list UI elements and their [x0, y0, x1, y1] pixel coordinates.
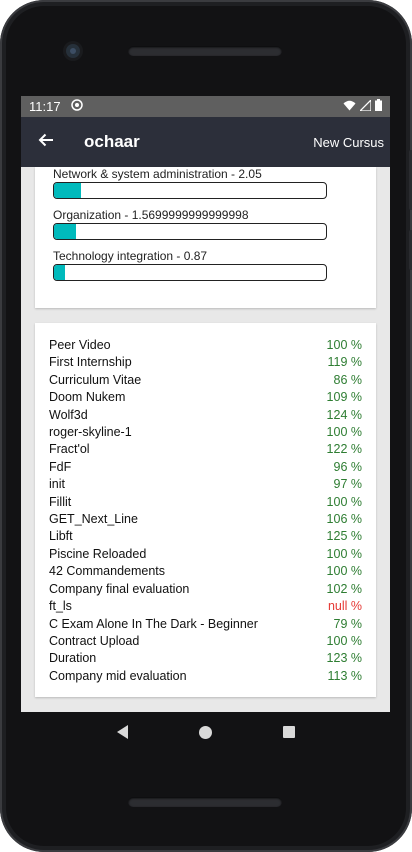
project-name: Libft — [49, 529, 73, 544]
project-grade: 122 % — [326, 442, 362, 457]
new-cursus-button[interactable]: New Cursus — [313, 135, 384, 150]
project-grade: 97 % — [333, 477, 363, 492]
app-screen: 11:17 ochaar New Cursus Network & system… — [21, 96, 390, 712]
nav-recents-icon[interactable] — [282, 726, 295, 738]
app-bar: ochaar New Cursus — [21, 117, 390, 167]
skill-label: Network & system administration - 2.05 — [53, 167, 262, 181]
front-camera — [66, 44, 80, 58]
project-row[interactable]: FdF 96 % — [49, 459, 362, 476]
project-row[interactable]: Fillit 100 % — [49, 494, 362, 511]
back-button[interactable] — [33, 129, 59, 155]
project-name: First Internship — [49, 355, 132, 370]
skill-item: Organization - 1.5699999999999998 — [53, 208, 358, 240]
android-nav-bar — [21, 712, 390, 752]
battery-icon — [375, 99, 382, 114]
project-name: Contract Upload — [49, 633, 140, 648]
project-name: C Exam Alone In The Dark - Beginner — [49, 616, 258, 631]
skill-progress-bar — [53, 223, 327, 240]
project-name: init — [49, 477, 65, 492]
project-name: Fract'ol — [49, 442, 90, 457]
project-row[interactable]: C Exam Alone In The Dark - Beginner 79 % — [49, 616, 362, 633]
skill-progress-bar — [53, 182, 327, 199]
project-name: Fillit — [49, 494, 72, 509]
project-row[interactable]: init 97 % — [49, 476, 362, 493]
arrow-left-icon — [38, 133, 54, 152]
nav-back-icon[interactable] — [116, 725, 128, 739]
project-row[interactable]: Libft 125 % — [49, 528, 362, 545]
project-row[interactable]: Doom Nukem 109 % — [49, 389, 362, 406]
project-row[interactable]: First Internship 119 % — [49, 354, 362, 371]
status-time: 11:17 — [29, 99, 61, 114]
content-scroll[interactable]: Network & system administration - 2.05 O… — [21, 167, 390, 698]
project-row[interactable]: Curriculum Vitae 86 % — [49, 372, 362, 389]
project-name: Doom Nukem — [49, 390, 126, 405]
project-grade: 125 % — [326, 529, 362, 544]
project-grade: 102 % — [326, 581, 362, 596]
project-row[interactable]: Duration 123 % — [49, 650, 362, 667]
skill-label: Organization - 1.5699999999999998 — [53, 208, 249, 222]
project-name: ft_ls — [49, 599, 72, 614]
signal-icon — [358, 98, 372, 114]
bottom-speaker — [128, 797, 282, 807]
project-row[interactable]: Piscine Reloaded 100 % — [49, 546, 362, 563]
project-name: Peer Video — [49, 338, 111, 352]
project-name: GET_Next_Line — [49, 512, 138, 527]
skill-progress-fill — [54, 224, 76, 239]
nav-home-icon[interactable] — [198, 725, 212, 739]
project-name: 42 Commandements — [49, 564, 166, 579]
project-row[interactable]: Peer Video 100 % — [49, 337, 362, 354]
skill-item: Technology integration - 0.87 — [53, 249, 358, 281]
skills-card: Network & system administration - 2.05 O… — [35, 167, 376, 308]
project-grade: 100 % — [326, 564, 362, 579]
project-grade: null % — [327, 599, 362, 614]
skill-item: Network & system administration - 2.05 — [53, 167, 358, 199]
project-grade: 79 % — [333, 616, 363, 631]
skill-label: Technology integration - 0.87 — [53, 249, 208, 263]
project-grade: 100 % — [326, 338, 362, 352]
project-grade: 109 % — [326, 390, 362, 405]
project-row[interactable]: ft_ls null % — [49, 598, 362, 615]
project-name: FdF — [49, 459, 72, 474]
project-row[interactable]: GET_Next_Line 106 % — [49, 511, 362, 528]
project-grade: 100 % — [326, 633, 362, 648]
app-title: ochaar — [84, 132, 140, 151]
project-grade: 106 % — [326, 512, 362, 527]
project-row[interactable]: Company final evaluation 102 % — [49, 581, 362, 598]
project-name: Company mid evaluation — [49, 668, 187, 683]
project-row[interactable]: Wolf3d 124 % — [49, 407, 362, 424]
project-name: Piscine Reloaded — [49, 546, 147, 561]
project-name: roger-skyline-1 — [49, 425, 132, 440]
project-row[interactable]: 42 Commandements 100 % — [49, 563, 362, 580]
project-grade: 124 % — [326, 407, 362, 422]
project-row[interactable]: Company mid evaluation 113 % — [49, 668, 362, 685]
project-grade: 113 % — [327, 668, 362, 683]
project-name: Wolf3d — [49, 407, 88, 422]
skill-progress-bar — [53, 264, 327, 281]
project-row[interactable]: roger-skyline-1 100 % — [49, 424, 362, 441]
project-row[interactable]: Fract'ol 122 % — [49, 441, 362, 458]
project-row[interactable]: Contract Upload 100 % — [49, 633, 362, 650]
project-name: Company final evaluation — [49, 581, 190, 596]
project-grade: 86 % — [333, 372, 363, 387]
project-grade: 123 % — [326, 651, 362, 666]
skill-progress-fill — [54, 265, 65, 280]
project-name: Duration — [49, 651, 97, 666]
skill-progress-fill — [54, 183, 82, 198]
project-name: Curriculum Vitae — [49, 372, 142, 387]
status-bar: 11:17 — [21, 96, 390, 117]
project-grade: 100 % — [326, 546, 362, 561]
project-grade: 119 % — [327, 355, 362, 370]
wifi-icon — [343, 99, 356, 114]
project-grade: 100 % — [326, 425, 362, 440]
sync-icon — [70, 99, 83, 114]
projects-card: Peer Video 100 % First Internship 119 % Curr… — [35, 323, 376, 698]
project-grade: 100 % — [326, 494, 362, 509]
project-grade: 96 % — [333, 459, 363, 474]
top-speaker — [128, 46, 282, 56]
